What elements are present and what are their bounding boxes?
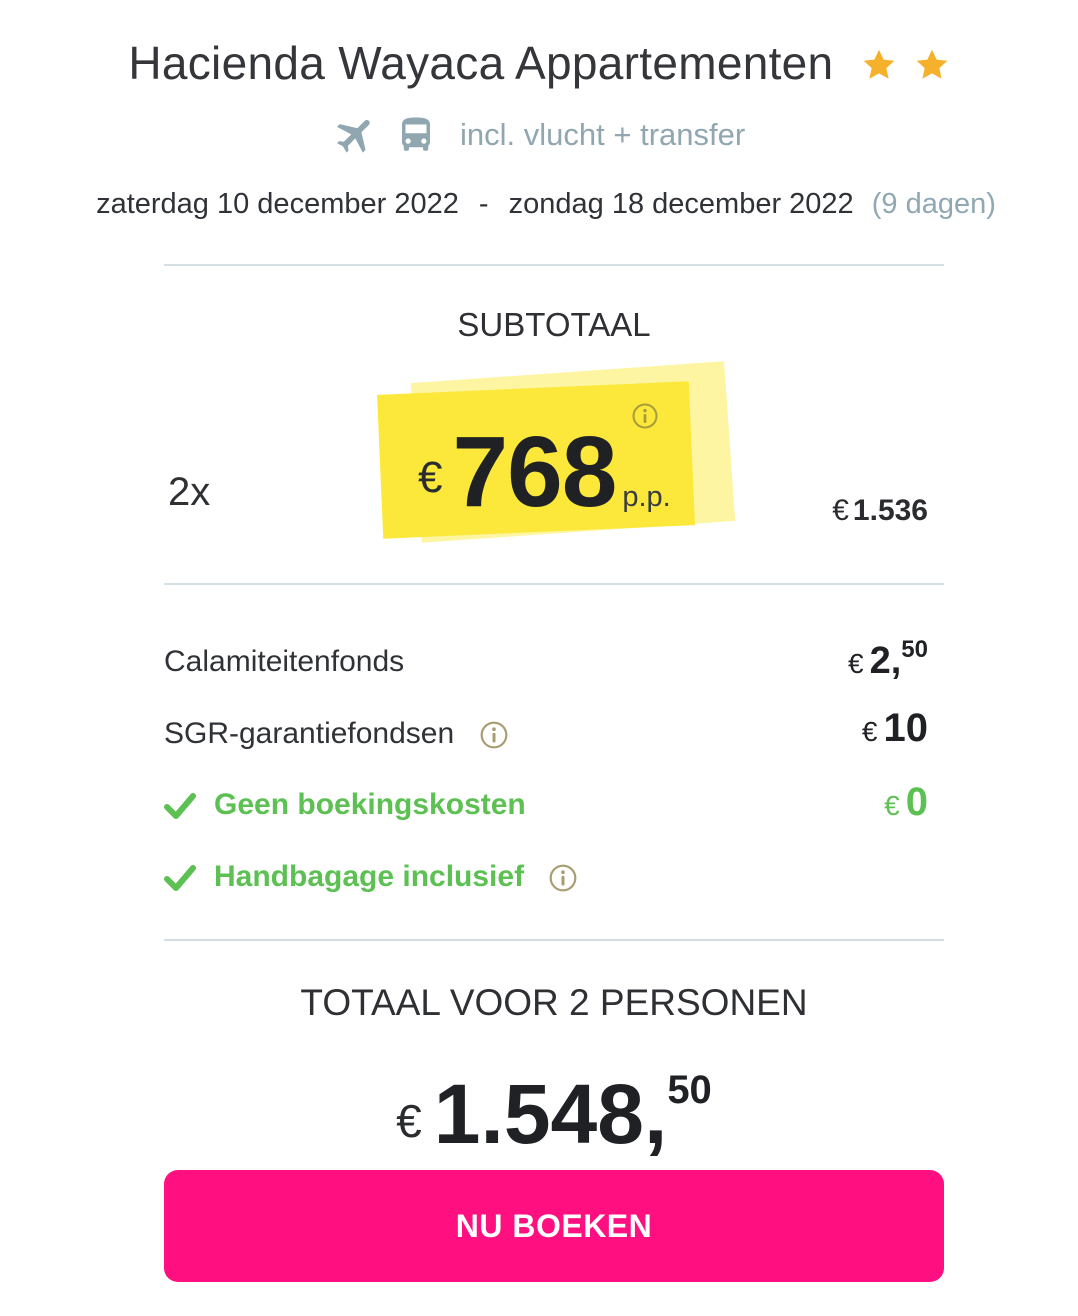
total-decimals: 50 <box>667 1068 712 1112</box>
transport-text: incl. vlucht + transfer <box>460 117 746 152</box>
subtotal-amount: €1.536 <box>832 494 928 528</box>
currency-symbol: € <box>884 790 900 821</box>
divider <box>164 583 944 585</box>
info-icon[interactable] <box>548 863 578 893</box>
date-separator: - <box>478 188 489 220</box>
fee-amount-sgr: €10 <box>862 706 928 751</box>
fee-decimals: 50 <box>901 636 928 663</box>
currency-symbol: € <box>832 494 849 527</box>
subtotal-value: 1.536 <box>852 494 928 527</box>
hotel-title: Hacienda Wayaca Appartementen <box>0 34 1078 90</box>
fee-value: 2, <box>869 640 902 682</box>
info-icon[interactable] <box>479 720 509 750</box>
book-now-button[interactable]: NU BOEKEN <box>164 1170 944 1282</box>
fee-label-calamiteitenfonds: Calamiteitenfonds <box>164 645 405 678</box>
plane-icon <box>336 119 370 153</box>
currency-symbol: € <box>848 648 864 679</box>
total-amount: 1.548, <box>433 1067 668 1161</box>
price-per-person: €768 p.p. <box>418 415 671 530</box>
currency-symbol: € <box>418 453 443 502</box>
hotel-name: Hacienda Wayaca Appartementen <box>128 37 834 89</box>
bus-icon <box>402 117 431 151</box>
traveler-quantity: 2x <box>168 470 211 514</box>
total-price: €1.548,50 <box>164 1066 944 1163</box>
checkmark-icon <box>164 865 196 892</box>
included-label: Handbagage inclusief <box>214 860 525 893</box>
star-icon <box>863 49 894 79</box>
price-per-person-amount: 768 <box>452 416 617 528</box>
total-title: TOTAAL VOOR 2 PERSONEN <box>300 982 808 1023</box>
included-label: Geen boekingskosten <box>214 788 526 821</box>
currency-symbol: € <box>861 716 878 747</box>
per-person-label: p.p. <box>622 481 671 513</box>
booking-costs-value: 0 <box>905 780 928 824</box>
star-rating <box>857 34 950 88</box>
trip-duration: (9 dagen) <box>871 188 996 220</box>
included-hand-luggage: Handbagage inclusief <box>164 860 578 894</box>
divider <box>164 264 944 266</box>
date-to: zondag 18 december 2022 <box>508 188 854 220</box>
subtotal-title: SUBTOTAAL <box>457 306 651 343</box>
info-icon[interactable] <box>631 402 659 430</box>
travel-dates: zaterdag 10 december 2022 - zondag 18 de… <box>0 188 1078 221</box>
fee-label-sgr: SGR-garantiefondsen <box>164 717 509 751</box>
booking-costs-amount: €0 <box>884 780 928 825</box>
fee-amount-calamiteitenfonds: €2,50 <box>848 636 928 683</box>
date-from: zaterdag 10 december 2022 <box>96 188 459 220</box>
fee-value: 10 <box>883 706 929 750</box>
transport-info: incl. vlucht + transfer <box>0 112 1078 158</box>
star-icon <box>916 49 947 79</box>
checkmark-icon <box>164 793 196 820</box>
fee-label-text: SGR-garantiefondsen <box>164 717 455 750</box>
divider <box>164 939 944 941</box>
currency-symbol: € <box>396 1095 422 1147</box>
included-booking-costs: Geen boekingskosten <box>164 788 526 822</box>
